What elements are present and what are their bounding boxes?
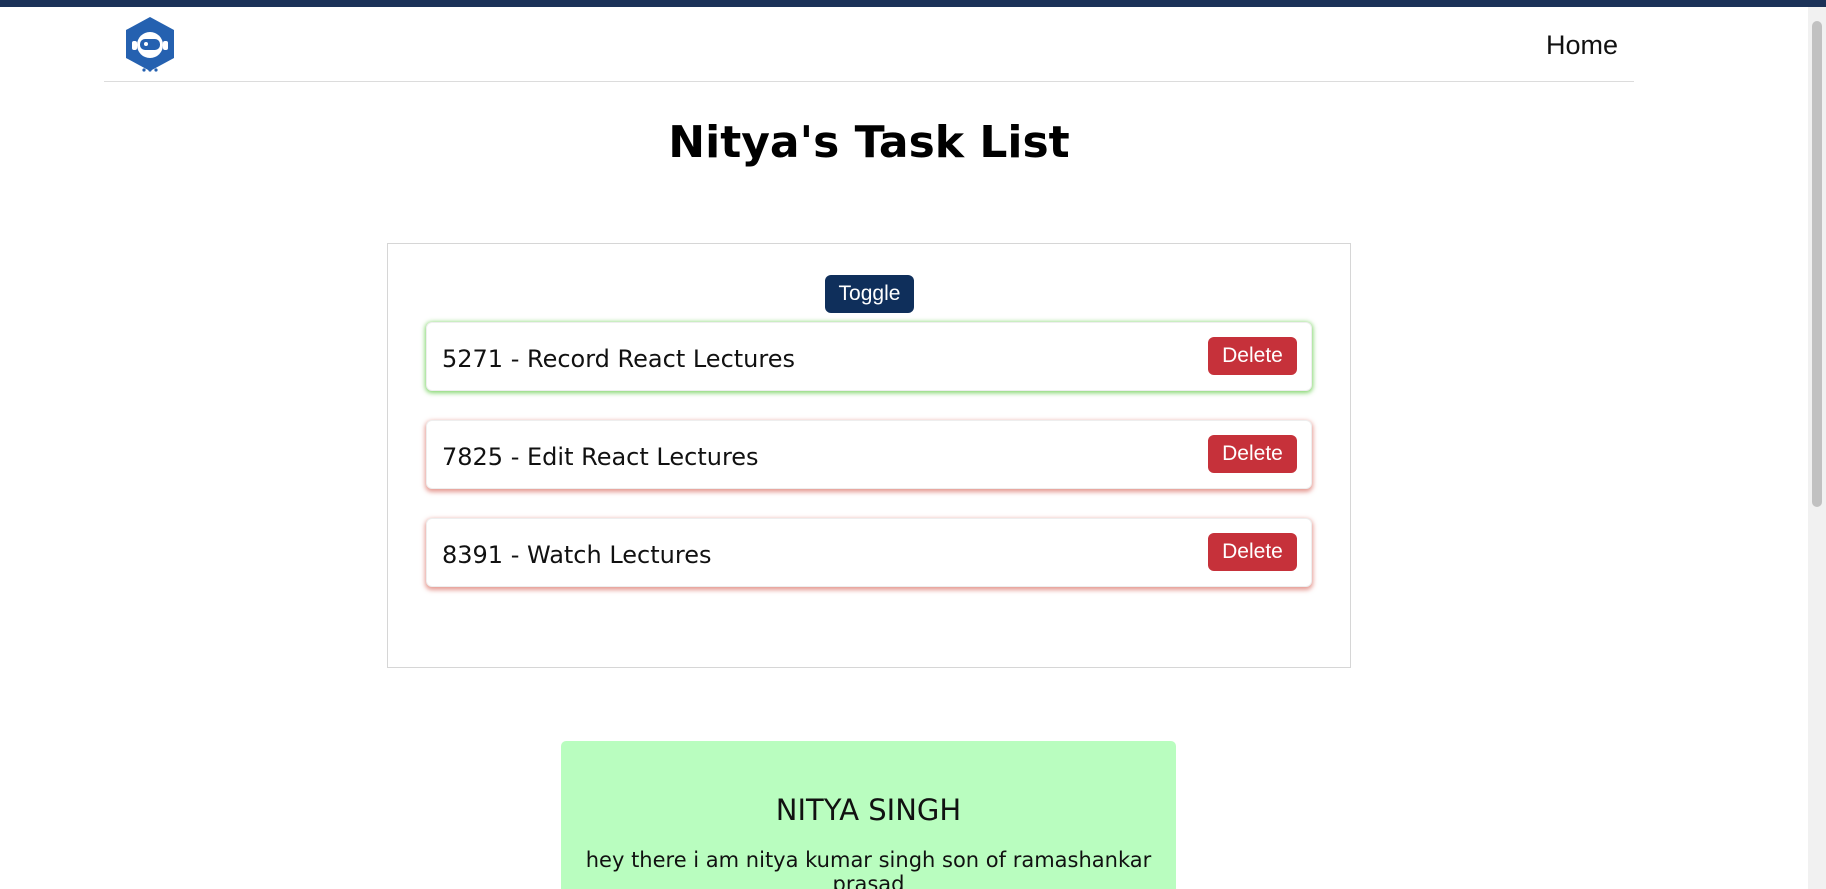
task-panel: Toggle 5271 - Record React Lectures Dele… — [387, 243, 1351, 668]
delete-button[interactable]: Delete — [1208, 337, 1297, 375]
delete-button[interactable]: Delete — [1208, 435, 1297, 473]
task-text: 7825 - Edit React Lectures — [442, 443, 759, 471]
nav-home-link[interactable]: Home — [1546, 30, 1618, 61]
task-item[interactable]: 8391 - Watch Lectures Delete — [426, 518, 1312, 587]
page: Home Nitya's Task List Toggle 5271 - Rec… — [0, 7, 1808, 889]
task-text: 5271 - Record React Lectures — [442, 345, 795, 373]
profile-card: NITYA SINGH hey there i am nitya kumar s… — [561, 741, 1176, 889]
task-item[interactable]: 7825 - Edit React Lectures Delete — [426, 420, 1312, 489]
task-item[interactable]: 5271 - Record React Lectures Delete — [426, 322, 1312, 391]
window-top-strip — [0, 0, 1826, 7]
task-text: 8391 - Watch Lectures — [442, 541, 712, 569]
scrollbar-thumb[interactable] — [1812, 21, 1822, 507]
robot-astronaut-icon[interactable] — [122, 15, 178, 75]
profile-name: NITYA SINGH — [775, 793, 962, 827]
header: Home — [104, 7, 1634, 82]
toggle-button[interactable]: Toggle — [825, 275, 914, 313]
page-title: Nitya's Task List — [668, 117, 1070, 168]
delete-button[interactable]: Delete — [1208, 533, 1297, 571]
vertical-scrollbar[interactable] — [1808, 7, 1826, 889]
profile-bio: hey there i am nitya kumar singh son of … — [585, 848, 1152, 889]
